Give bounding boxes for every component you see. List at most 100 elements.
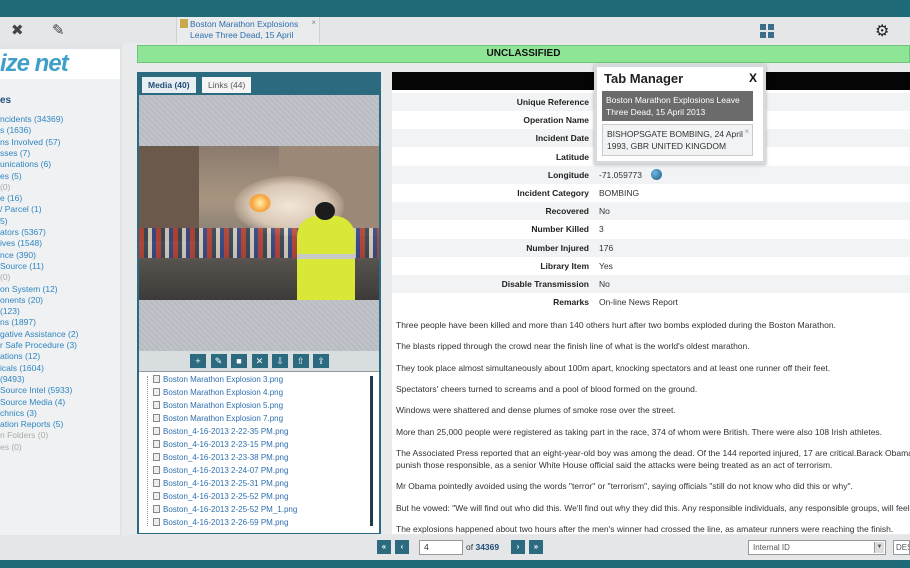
- close-icon[interactable]: ✖: [11, 21, 24, 39]
- category-item[interactable]: ations (12): [0, 351, 40, 361]
- category-item[interactable]: (0): [0, 272, 10, 282]
- close-icon[interactable]: ✕: [251, 354, 268, 368]
- media-file-item[interactable]: Boston_4-16-2013 2-23-15 PM.png: [153, 440, 288, 449]
- media-file-item[interactable]: Boston_4-16-2013 2-25-31 PM.png: [153, 479, 288, 488]
- tab-manager-item[interactable]: BISHOPSGATE BOMBING, 24 April 1993, GBR …: [602, 124, 753, 156]
- tab-manager-item-close-icon[interactable]: ×: [744, 126, 749, 138]
- detail-field-row: Library Item Yes: [392, 257, 910, 275]
- detail-field-label: Number Injured: [526, 242, 589, 253]
- tab-manager-icon[interactable]: [760, 24, 774, 38]
- file-icon: [153, 440, 160, 448]
- category-item[interactable]: on System (12): [0, 284, 58, 294]
- category-item[interactable]: (0): [0, 182, 10, 192]
- detail-field-label: Longitude: [547, 169, 589, 180]
- category-item[interactable]: / Parcel (1): [0, 204, 42, 214]
- category-item[interactable]: sses (7): [0, 148, 30, 158]
- sort-direction-select[interactable]: DES: [893, 540, 910, 555]
- category-item[interactable]: gative Assistance (2): [0, 329, 78, 339]
- sort-field-select[interactable]: Internal ID ▼: [748, 540, 886, 555]
- category-item[interactable]: Source Media (4): [0, 397, 65, 407]
- category-item[interactable]: ators (5367): [0, 227, 46, 237]
- tab-links[interactable]: Links (44): [202, 77, 252, 93]
- file-icon: [153, 401, 160, 409]
- category-item[interactable]: e (16): [0, 193, 22, 203]
- category-item[interactable]: ncidents (34369): [0, 114, 63, 124]
- tab-close-icon[interactable]: ×: [311, 18, 316, 27]
- media-file-item[interactable]: Boston_4-16-2013 2-26-59 PM.png: [153, 518, 288, 527]
- classification-banner: UNCLASSIFIED: [137, 45, 910, 63]
- category-item[interactable]: nce (390): [0, 250, 36, 260]
- gear-icon[interactable]: ⚙: [875, 21, 889, 41]
- first-page-button[interactable]: «: [377, 540, 391, 554]
- media-file-item[interactable]: Boston_4-16-2013 2-25-52 PM.png: [153, 492, 288, 501]
- file-icon: [153, 518, 160, 526]
- tab-manager-title: Tab Manager: [604, 71, 684, 86]
- category-item[interactable]: n Folders (0): [0, 430, 48, 440]
- last-page-button[interactable]: »: [529, 540, 543, 554]
- media-file-item[interactable]: Boston_4-16-2013 2-24-07 PM.png: [153, 466, 288, 475]
- file-icon: [153, 492, 160, 500]
- media-file-item[interactable]: Boston_4-16-2013 2-25-52 PM_1.png: [153, 505, 297, 514]
- media-file-label: Boston_4-16-2013 2-23-15 PM.png: [163, 440, 289, 449]
- category-item[interactable]: onents (20): [0, 295, 43, 305]
- file-icon: [153, 414, 160, 422]
- detail-field-label: Number Killed: [531, 224, 589, 235]
- category-item[interactable]: 5): [0, 216, 8, 226]
- media-file-item[interactable]: Boston Marathon Explosion 4.png: [153, 388, 283, 397]
- edit-icon[interactable]: ✎: [210, 354, 227, 368]
- pagination-bar: « ‹ 4 of 34369 › » Internal ID ▼ DES: [0, 535, 910, 560]
- page-number-input[interactable]: 4: [419, 540, 463, 555]
- category-item[interactable]: Source Intel (5933): [0, 385, 72, 395]
- media-file-item[interactable]: Boston Marathon Explosion 3.png: [153, 375, 283, 384]
- next-page-button[interactable]: ›: [511, 540, 525, 554]
- logo: ize net: [0, 49, 120, 79]
- download-icon[interactable]: ⇩: [272, 354, 288, 368]
- stop-icon[interactable]: ■: [231, 354, 247, 368]
- category-item[interactable]: es (0): [0, 442, 22, 452]
- category-item[interactable]: ns Involved (57): [0, 137, 60, 147]
- tab-manager-popup: Tab Manager X Boston Marathon Explosions…: [594, 64, 766, 164]
- media-file-item[interactable]: Boston_4-16-2013 2-22-35 PM.png: [153, 427, 288, 436]
- category-item[interactable]: icals (1604): [0, 363, 44, 373]
- media-file-item[interactable]: Boston Marathon Explosion 7.png: [153, 414, 283, 423]
- detail-field-value: -71.059773: [599, 169, 643, 180]
- tab-manager-item-label: BISHOPSGATE BOMBING, 24 April 1993, GBR …: [607, 129, 743, 151]
- category-item[interactable]: (123): [0, 306, 20, 316]
- media-file-item[interactable]: Boston Marathon Explosion 5.png: [153, 401, 283, 410]
- prev-page-button[interactable]: ‹: [395, 540, 409, 554]
- pencil-icon[interactable]: ✎: [52, 21, 65, 39]
- document-tab[interactable]: Boston Marathon Explosions Leave Three D…: [176, 17, 320, 43]
- detail-field-value: No: [599, 206, 610, 217]
- category-item[interactable]: r Safe Procedure (3): [0, 340, 77, 350]
- media-file-label: Boston Marathon Explosion 5.png: [163, 401, 284, 410]
- file-icon: [153, 466, 160, 474]
- image-viewer[interactable]: [139, 95, 379, 351]
- category-item[interactable]: s (1636): [0, 125, 31, 135]
- document-tab-title: Boston Marathon Explosions Leave Three D…: [190, 19, 299, 40]
- detail-field-value: BOMBING: [599, 188, 640, 198]
- category-item[interactable]: ives (1548): [0, 238, 42, 248]
- media-file-item[interactable]: Boston_4-16-2013 2-23-38 PM.png: [153, 453, 288, 462]
- globe-icon[interactable]: [651, 168, 662, 180]
- category-list: es ncidents (34369) s (1636) ns Involved (…: [0, 79, 120, 535]
- media-file-label: Boston_4-16-2013 2-25-52 PM_1.png: [163, 505, 298, 514]
- tab-manager-close-button[interactable]: X: [749, 71, 757, 85]
- category-item[interactable]: (9493): [0, 374, 25, 384]
- category-item[interactable]: unications (6): [0, 159, 51, 169]
- detail-field-row: Recovered No: [392, 202, 910, 221]
- category-item[interactable]: ns (1897): [0, 317, 36, 327]
- tab-manager-item[interactable]: Boston Marathon Explosions Leave Three D…: [602, 91, 753, 121]
- detail-field-value: On-line News Report: [599, 297, 678, 308]
- tab-media[interactable]: Media (40): [142, 77, 196, 93]
- file-list-scrollbar[interactable]: [370, 376, 373, 526]
- category-item[interactable]: chnics (3): [0, 408, 37, 418]
- category-item[interactable]: es (5): [0, 171, 22, 181]
- export-icon[interactable]: ⇪: [313, 354, 329, 368]
- upload-icon[interactable]: ⇧: [292, 354, 309, 368]
- detail-field-row: Number Injured 176: [392, 238, 910, 257]
- incident-photo: [139, 146, 379, 300]
- category-item[interactable]: Source (11): [0, 261, 44, 271]
- detail-field-row: Remarks On-line News Report: [392, 293, 910, 311]
- plus-icon[interactable]: +: [190, 354, 206, 368]
- category-item[interactable]: ation Reports (5): [0, 419, 63, 429]
